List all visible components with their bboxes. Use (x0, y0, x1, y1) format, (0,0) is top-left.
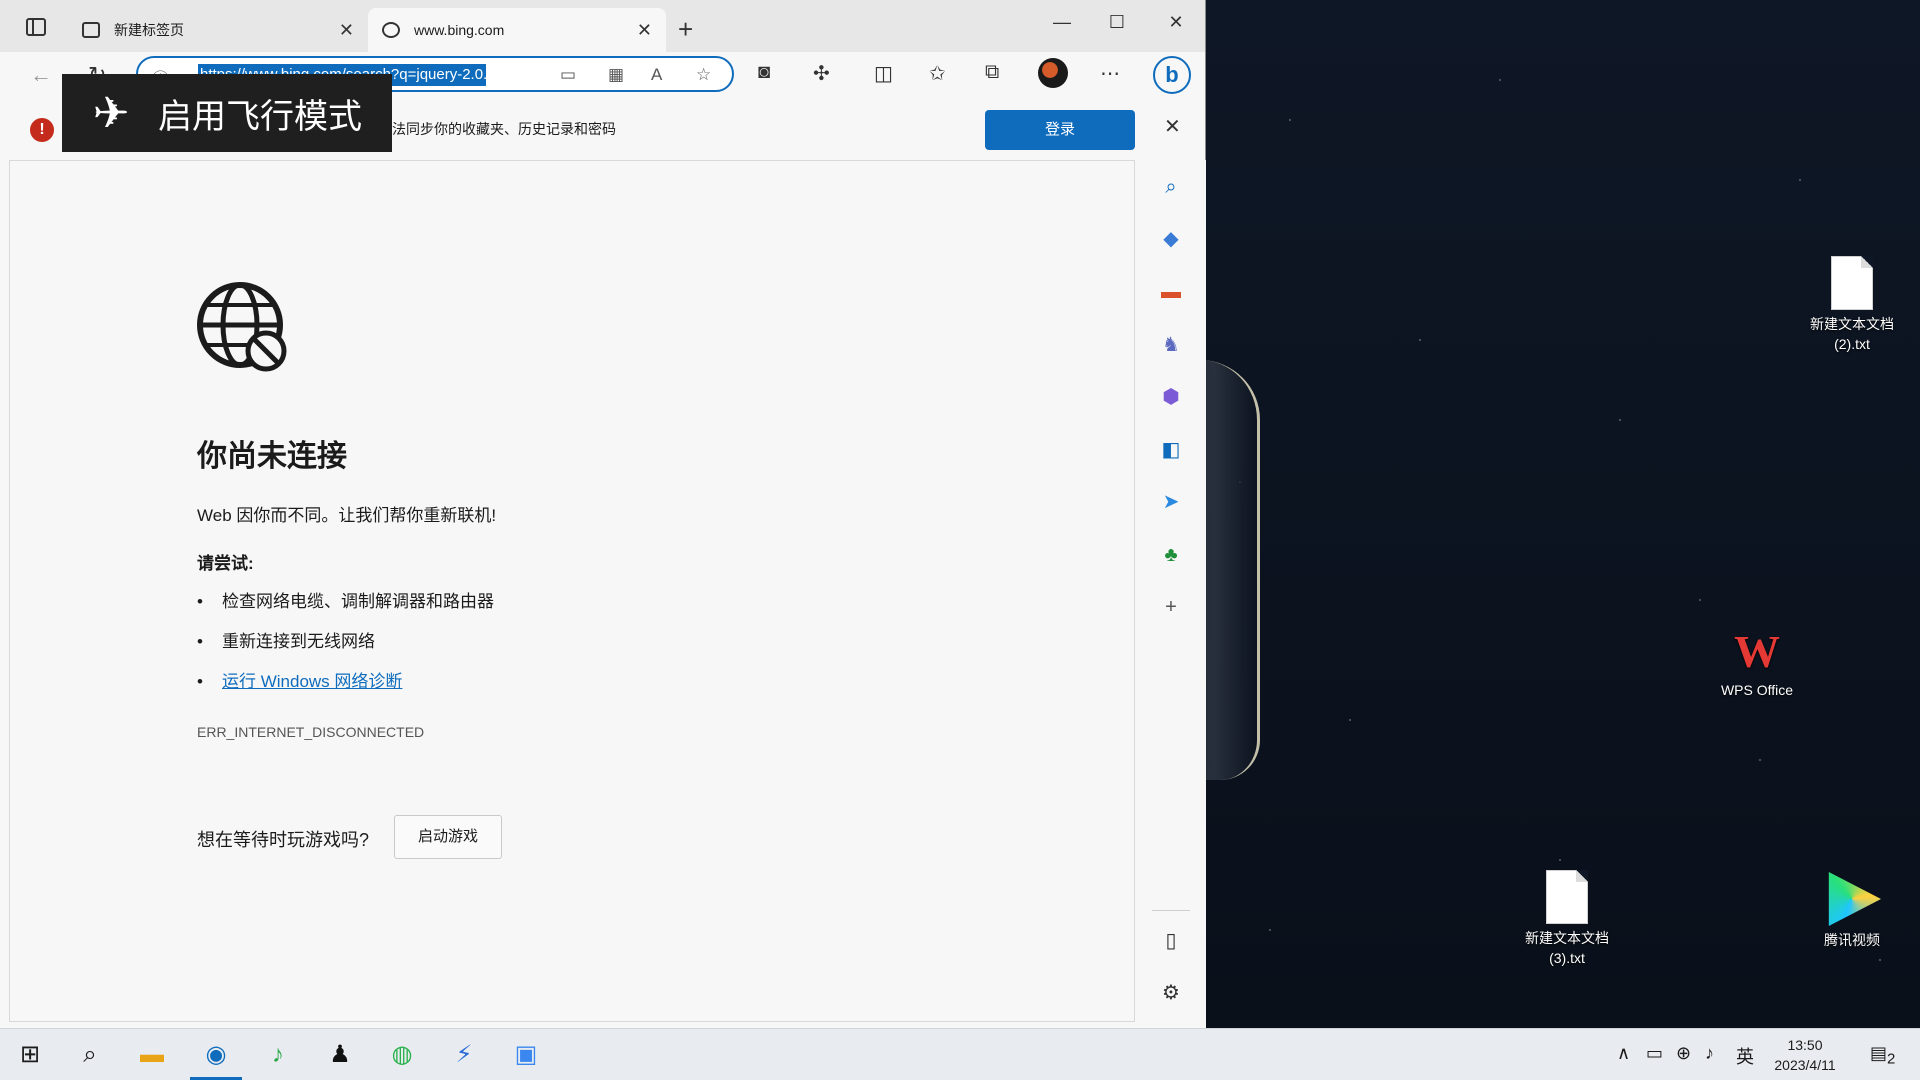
sign-in-button[interactable]: 登录 (985, 110, 1135, 150)
page-title: 你尚未连接 (197, 440, 347, 473)
qq-music-icon[interactable]: ♪ (260, 1037, 296, 1073)
extension-toolbar-icon[interactable]: ◙ (758, 61, 770, 84)
desktop-icon-label-ext: (2).txt (1834, 336, 1870, 352)
system-clock[interactable]: 13:50 2023/4/11 (1760, 1035, 1850, 1075)
back-arrow-icon[interactable]: ← (30, 62, 52, 88)
hide-sidebar-icon[interactable]: ▯ (1158, 928, 1184, 954)
desktop-icon-text-file-2[interactable]: 新建文本文档 (2).txt (1797, 256, 1907, 354)
desktop-icon-label: 新建文本文档 (1525, 930, 1609, 946)
error-subtitle: Web 因你而不同。让我们帮你重新联机! (197, 506, 497, 525)
extensions-puzzle-icon[interactable]: ✣ (813, 61, 830, 86)
airplane-icon: ✈ (92, 88, 130, 138)
text-file-icon (1546, 870, 1588, 924)
suggestion-text: 检查网络电缆、调制解调器和路由器 (222, 592, 494, 611)
microsoft-365-icon[interactable]: ⬢ (1158, 384, 1184, 410)
desktop-icon-label: 新建文本文档 (1810, 316, 1894, 332)
add-sidebar-app-icon[interactable]: + (1158, 594, 1184, 620)
tab-label: 新建标签页 (114, 22, 184, 38)
suggestion-text: 重新连接到无线网络 (222, 632, 375, 651)
desktop-icon-text-file-3[interactable]: 新建文本文档 (3).txt (1512, 870, 1622, 968)
desktop-icon-label-ext: (3).txt (1549, 950, 1585, 966)
game-question: 想在等待时玩游戏吗? (197, 830, 370, 850)
airplane-mode-osd: ✈ 启用飞行模式 (62, 74, 392, 152)
start-windows-icon[interactable]: ⊞ (12, 1037, 48, 1073)
new-tab-plus-icon[interactable]: + (678, 14, 693, 45)
clock-date: 2023/4/11 (1774, 1057, 1836, 1073)
tree-icon[interactable]: ♣ (1158, 542, 1184, 568)
list-item: 运行 Windows 网络诊断 (197, 671, 494, 711)
minimize-icon[interactable]: — (1047, 12, 1077, 33)
tools-briefcase-icon[interactable]: ▬ (1158, 279, 1184, 305)
settings-gear-icon[interactable]: ⚙ (1158, 980, 1184, 1006)
notification-center-icon[interactable]: ▤2 (1870, 1043, 1895, 1068)
volume-icon[interactable]: ♪ (1705, 1043, 1714, 1064)
read-aloud-icon[interactable]: A (651, 65, 662, 85)
desktop-icon-label: 腾讯视频 (1824, 932, 1880, 948)
bing-favicon-icon (382, 22, 400, 38)
drop-send-icon[interactable]: ➤ (1158, 489, 1184, 515)
sidebar-divider (1152, 910, 1190, 911)
split-screen-icon[interactable]: ◫ (874, 61, 893, 86)
infobar-close-icon[interactable]: ✕ (1164, 114, 1181, 139)
close-tab-icon[interactable]: ✕ (637, 20, 652, 41)
desktop-icon-label: WPS Office (1720, 682, 1794, 698)
list-item: 检查网络电缆、调制解调器和路由器 (197, 591, 494, 631)
app-available-icon[interactable]: ▭ (560, 65, 576, 85)
try-label: 请尝试: (197, 554, 254, 573)
edge-browser-icon[interactable]: ◉ (198, 1037, 234, 1073)
network-globe-icon[interactable]: ⊕ (1676, 1043, 1691, 1064)
file-explorer-icon[interactable]: ▬ (134, 1037, 170, 1073)
list-item: 重新连接到无线网络 (197, 631, 494, 671)
outlook-icon[interactable]: ◧ (1158, 437, 1184, 463)
text-file-icon (1831, 256, 1873, 310)
edge-sidebar: ⌕ ◆ ▬ ♞ ⬢ ◧ ➤ ♣ + ▯ ⚙ (1136, 160, 1206, 1028)
maximize-icon[interactable]: ☐ (1102, 12, 1132, 33)
error-code: ERR_INTERNET_DISCONNECTED (197, 724, 425, 740)
close-tab-icon[interactable]: ✕ (339, 20, 354, 41)
add-favorite-icon[interactable]: ☆ (696, 65, 711, 85)
desktop-icon-tencent-video[interactable]: 腾讯视频 (1797, 872, 1907, 950)
desktop-icon-wps-office[interactable]: W WPS Office (1702, 628, 1812, 700)
error-icon: ! (30, 118, 54, 142)
battery-icon[interactable]: ▭ (1646, 1043, 1663, 1064)
collections-icon[interactable]: ⧉ (985, 61, 999, 84)
taskbar: ⊞ ⌕ ▬ ◉ ♪ ♟ ◍ ⚡ ▣ ∧ ▭ ⊕ ♪ 英 13:50 2023/4… (0, 1028, 1920, 1080)
error-page: 你尚未连接 Web 因你而不同。让我们帮你重新联机! 请尝试: 检查网络电缆、调… (9, 160, 1135, 1022)
clock-time: 13:50 (1787, 1037, 1823, 1053)
start-game-button[interactable]: 启动游戏 (394, 815, 502, 859)
edge-browser-window: 新建标签页 ✕ www.bing.com ✕ + — ☐ ✕ ← ↻ ⓘ htt… (0, 0, 1206, 1028)
tencent-video-icon (1828, 872, 1881, 926)
thunder-download-icon[interactable]: ⚡ (446, 1037, 482, 1073)
network-diagnostics-link[interactable]: 运行 Windows 网络诊断 (222, 672, 402, 691)
wechat-icon[interactable]: ◍ (384, 1037, 420, 1073)
ime-indicator[interactable]: 英 (1736, 1043, 1754, 1069)
window-close-icon[interactable]: ✕ (1161, 12, 1191, 33)
tab-actions-icon[interactable] (26, 18, 46, 36)
more-menu-icon[interactable]: ⋯ (1100, 61, 1120, 86)
suggestion-list: 检查网络电缆、调制解调器和路由器 重新连接到无线网络 运行 Windows 网络… (197, 591, 494, 711)
search-icon[interactable]: ⌕ (1158, 174, 1184, 200)
feishu-bird-icon[interactable]: ▣ (508, 1037, 544, 1073)
tab-label: www.bing.com (414, 22, 505, 38)
wps-office-icon: W (1734, 626, 1780, 677)
show-hidden-icons-chevron-icon[interactable]: ∧ (1617, 1043, 1630, 1064)
shopping-tag-icon[interactable]: ◆ (1158, 226, 1184, 252)
search-icon[interactable]: ⌕ (72, 1037, 108, 1073)
tab-bing[interactable]: www.bing.com ✕ (368, 8, 666, 52)
infobar-message: 无法同步你的收藏夹、历史记录和密码 (378, 121, 616, 137)
profile-avatar[interactable] (1038, 58, 1068, 88)
globe-disconnected-icon (197, 282, 287, 372)
osd-text: 启用飞行模式 (158, 97, 362, 136)
favorites-icon[interactable]: ✩ (929, 61, 946, 86)
bing-copilot-icon[interactable]: b (1153, 56, 1191, 94)
notification-count: 2 (1887, 1050, 1896, 1068)
games-icon[interactable]: ♞ (1158, 332, 1184, 358)
qq-penguin-icon[interactable]: ♟ (322, 1037, 358, 1073)
new-tab-page-icon (82, 22, 100, 38)
qr-code-icon[interactable]: ▦ (608, 65, 624, 85)
tab-new-tab[interactable]: 新建标签页 ✕ (68, 8, 368, 52)
tab-strip: 新建标签页 ✕ www.bing.com ✕ + — ☐ ✕ (0, 0, 1205, 52)
